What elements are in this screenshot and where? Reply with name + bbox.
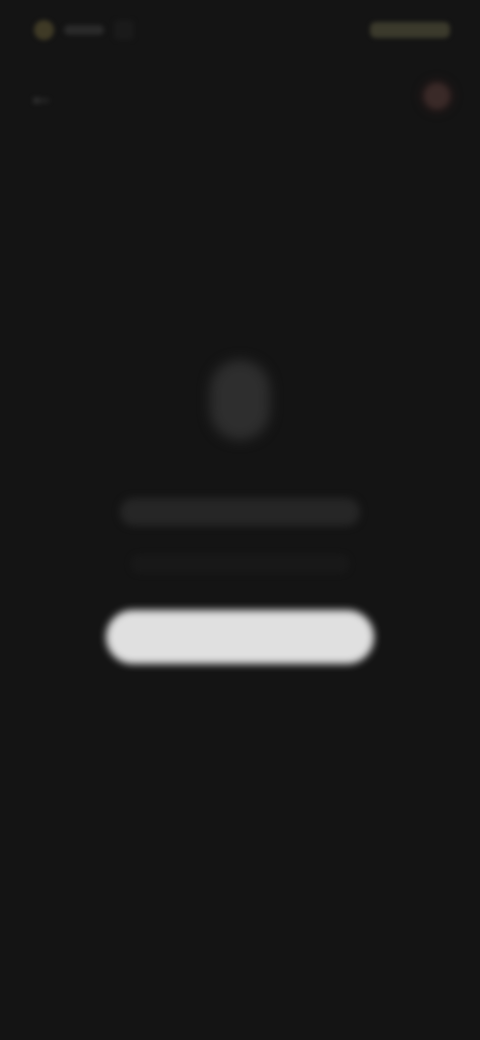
arrow-left-icon[interactable]: ←: [28, 81, 54, 111]
status-left: [34, 20, 134, 40]
app-bar: ←: [0, 66, 480, 126]
empty-sub-message: [130, 554, 350, 574]
avatar[interactable]: [424, 83, 450, 109]
status-bar: [0, 0, 480, 60]
app-bar-left: ←: [28, 81, 68, 111]
app-screen: ←: [0, 0, 480, 1040]
signal-icon: [370, 22, 450, 38]
empty-state: [0, 360, 480, 664]
status-right: [360, 22, 450, 38]
empty-message: [120, 498, 360, 526]
status-indicator: [64, 25, 104, 35]
camera-notch-icon: [114, 20, 134, 40]
document-icon: [210, 360, 270, 440]
primary-action-button[interactable]: [106, 610, 374, 664]
notification-icon: [34, 20, 54, 40]
